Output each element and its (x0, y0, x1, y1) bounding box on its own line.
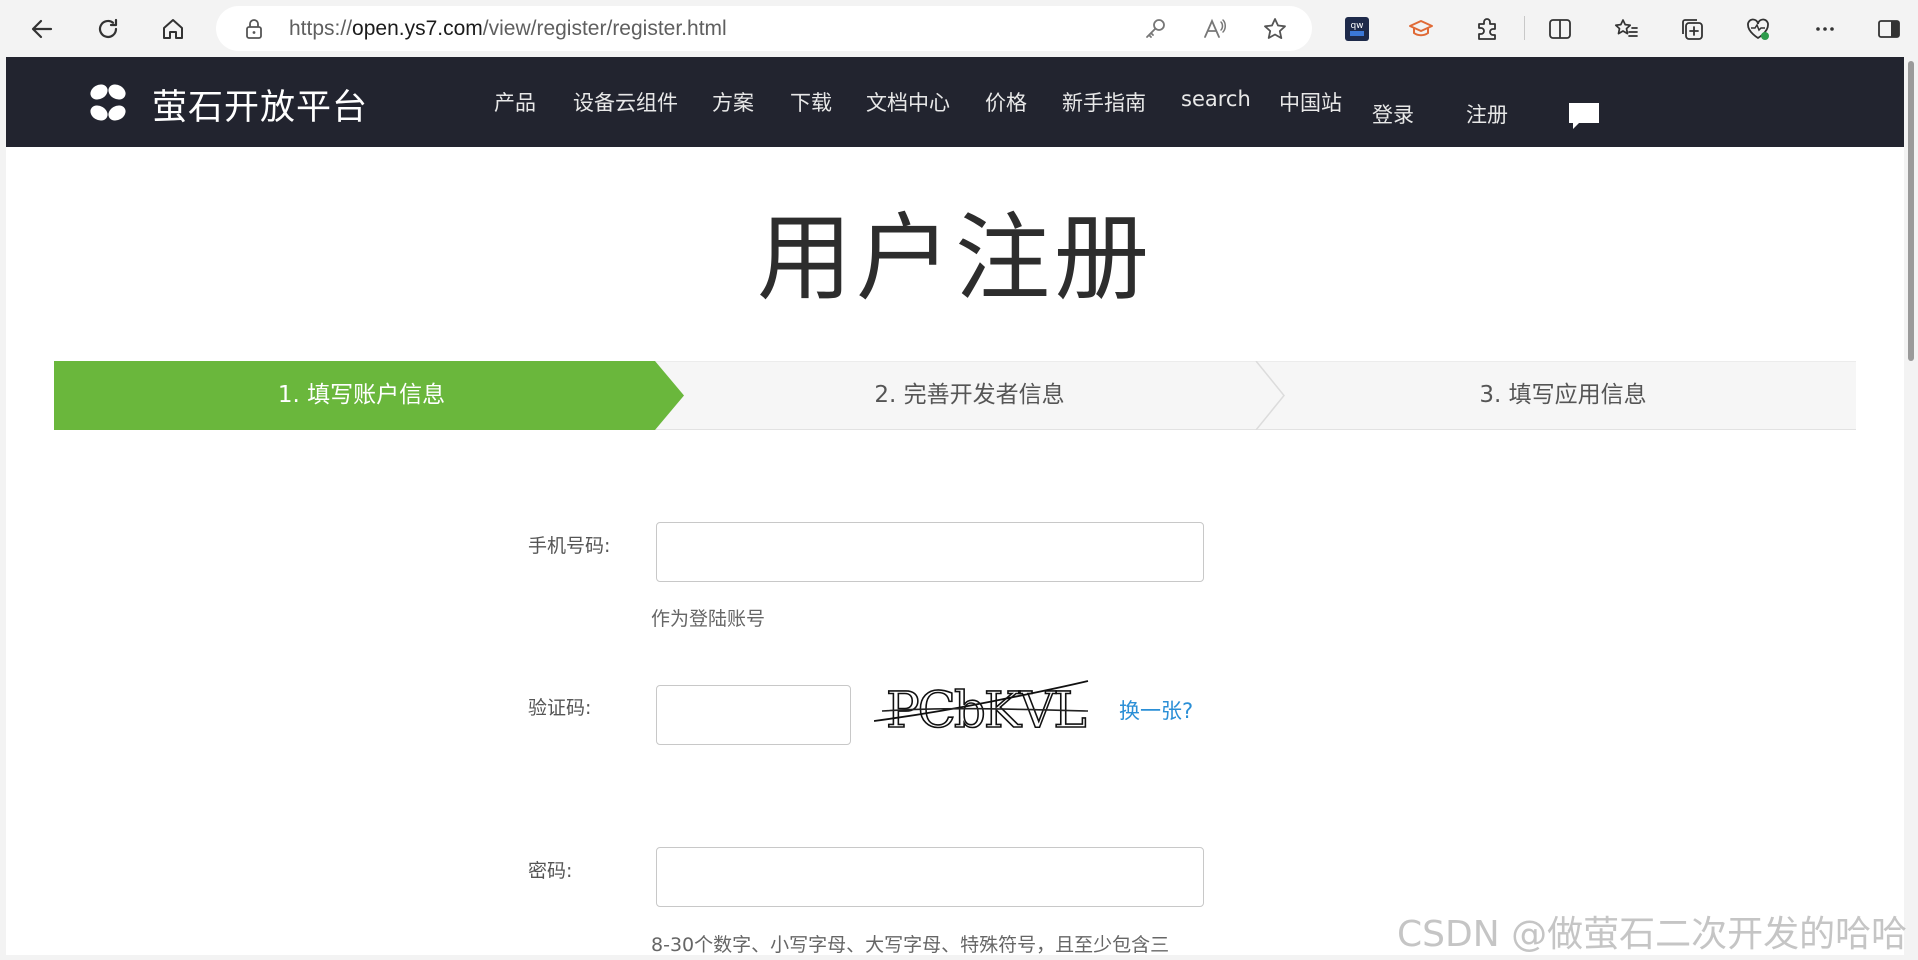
extension-graduation-icon[interactable] (1406, 14, 1436, 44)
site-logo-text[interactable]: 萤石开放平台 (152, 79, 368, 130)
registration-steps: 1. 填写账户信息 2. 完善开发者信息 3. 填写应用信息 (54, 361, 1856, 430)
favorite-star-icon[interactable] (1262, 16, 1288, 42)
watermark: CSDN @做萤石二次开发的哈哈 (1397, 914, 1908, 955)
ezviz-logo-icon[interactable] (85, 80, 131, 126)
browser-toolbar: https://open.ys7.com/view/register/regis… (0, 0, 1918, 57)
phone-label: 手机号码: (528, 535, 611, 557)
nav-item-pricing[interactable]: 价格 (985, 87, 1027, 117)
site-header: 萤石开放平台 产品 设备云组件 方案 下载 文档中心 价格 新手指南 searc… (6, 57, 1904, 147)
favorites-list-icon[interactable] (1611, 14, 1641, 44)
address-bar[interactable]: https://open.ys7.com/view/register/regis… (216, 6, 1312, 51)
page-title: 用户注册 (756, 204, 1153, 314)
back-button[interactable] (24, 11, 60, 47)
password-label: 密码: (528, 860, 573, 882)
reload-icon (98, 18, 118, 38)
nav-item-products[interactable]: 产品 (494, 87, 536, 117)
step-3-app-info: 3. 填写应用信息 (1479, 382, 1647, 408)
page-scrollbar[interactable] (1904, 57, 1918, 960)
nav-item-download[interactable]: 下载 (790, 87, 832, 117)
nav-item-cloud-components[interactable]: 设备云组件 (573, 87, 678, 117)
captcha-label: 验证码: (528, 697, 592, 719)
page-viewport: 萤石开放平台 产品 设备云组件 方案 下载 文档中心 价格 新手指南 searc… (6, 57, 1904, 955)
step-2-developer-info: 2. 完善开发者信息 (874, 382, 1065, 408)
nav-item-search[interactable]: search (1181, 87, 1251, 111)
nav-item-solutions[interactable]: 方案 (712, 87, 754, 117)
phone-input[interactable] (656, 522, 1204, 582)
reload-button[interactable] (90, 11, 126, 47)
chat-bubble-icon[interactable] (1567, 101, 1601, 131)
password-key-icon[interactable] (1142, 16, 1168, 42)
scrollbar-thumb[interactable] (1908, 61, 1914, 361)
home-icon (163, 19, 183, 39)
svg-text:qw: qw (1350, 21, 1363, 31)
captcha-input[interactable] (656, 685, 851, 745)
extension-qw-icon[interactable]: qw (1342, 14, 1372, 44)
read-aloud-icon[interactable] (1202, 16, 1228, 42)
captcha-image[interactable]: PCbKVL (874, 671, 1094, 741)
phone-hint: 作为登陆账号 (651, 608, 766, 630)
home-button[interactable] (155, 11, 191, 47)
lock-icon (246, 19, 262, 39)
nav-item-china-site[interactable]: 中国站 (1279, 87, 1342, 117)
extensions-puzzle-icon[interactable] (1472, 14, 1502, 44)
split-screen-icon[interactable] (1545, 14, 1575, 44)
login-link[interactable]: 登录 (1372, 99, 1414, 129)
browser-health-icon[interactable] (1743, 14, 1773, 44)
back-arrow-icon (31, 19, 53, 39)
step-1-account-info: 1. 填写账户信息 (277, 382, 446, 408)
register-link[interactable]: 注册 (1466, 99, 1508, 129)
nav-item-docs[interactable]: 文档中心 (866, 87, 950, 117)
sidebar-toggle-icon[interactable] (1874, 14, 1904, 44)
url-text: https://open.ys7.com/view/register/regis… (289, 17, 727, 40)
captcha-refresh-link[interactable]: 换一张? (1119, 695, 1193, 725)
nav-item-guide[interactable]: 新手指南 (1062, 87, 1146, 117)
collections-icon[interactable] (1677, 14, 1707, 44)
toolbar-separator (1524, 16, 1525, 40)
password-input[interactable] (656, 847, 1204, 907)
password-hint: 8-30个数字、小写字母、大写字母、特殊符号，且至少包含三 (651, 934, 1170, 955)
more-options-icon[interactable] (1810, 14, 1840, 44)
